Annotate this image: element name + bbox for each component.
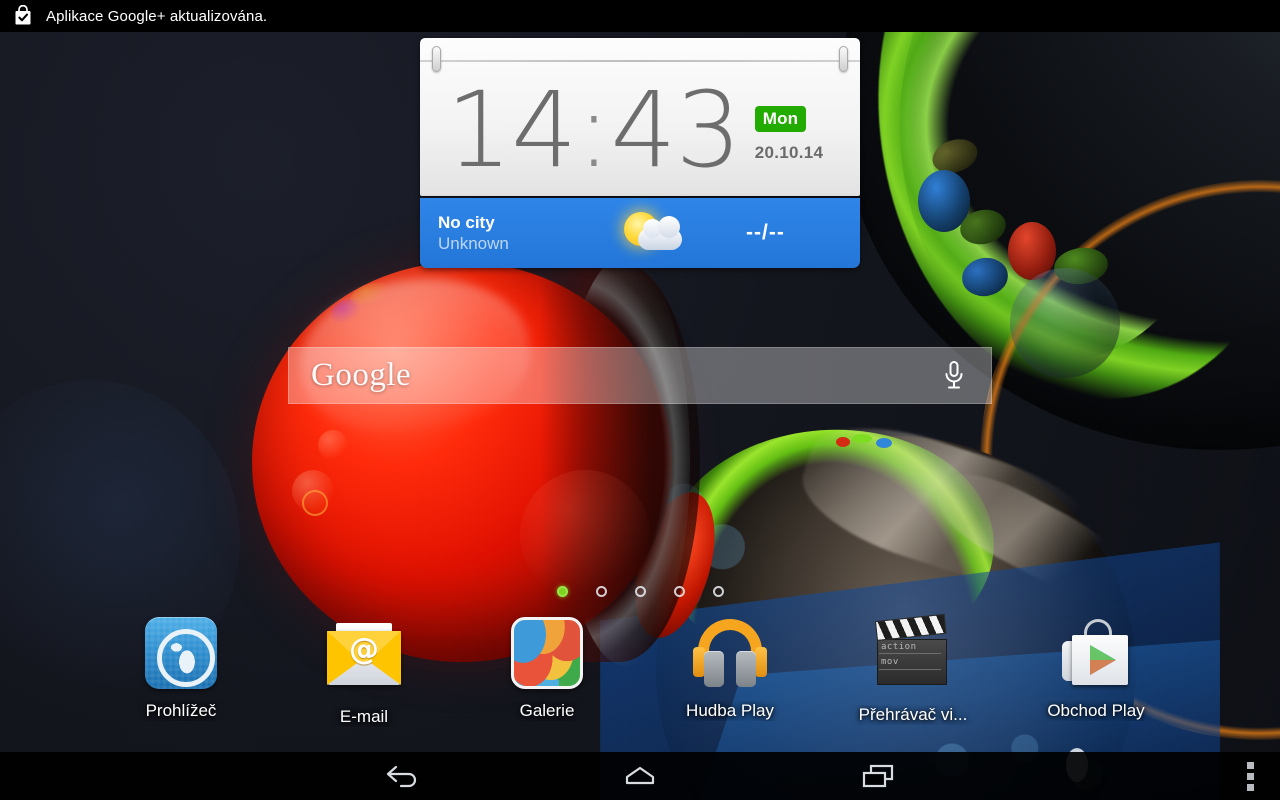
video-clapperboard-icon: action mov xyxy=(874,613,951,697)
shopping-bag-check-icon xyxy=(12,5,34,27)
app-prohlizec[interactable]: Prohlížeč xyxy=(106,615,256,721)
page-dot-4[interactable] xyxy=(673,586,685,597)
back-arrow-icon[interactable] xyxy=(378,752,426,800)
app-galerie[interactable]: Galerie xyxy=(472,615,622,721)
clock-widget-rule xyxy=(420,60,860,62)
clock-day-badge: Mon xyxy=(754,105,807,132)
overflow-dot-3 xyxy=(1246,783,1254,791)
recent-apps-icon[interactable] xyxy=(854,752,902,800)
sun-behind-cloud-icon xyxy=(614,208,684,258)
weather-temperature: --/-- xyxy=(746,221,785,244)
clock-widget[interactable]: 14 : 43 Mon 20.10.14 xyxy=(420,38,860,196)
gallery-balloons-icon xyxy=(509,617,585,693)
app-label-email: E-mail xyxy=(339,707,389,726)
play-music-headphones-icon xyxy=(692,617,768,693)
overflow-menu-icon[interactable] xyxy=(1232,752,1268,800)
status-bar[interactable]: Aplikace Google+ aktualizována. xyxy=(0,0,1280,32)
home-icon[interactable] xyxy=(616,752,664,800)
weather-condition: Unknown xyxy=(438,233,509,253)
clock-minutes: 43 xyxy=(610,69,741,191)
page-indicator xyxy=(0,586,1280,597)
browser-globe-icon xyxy=(143,617,219,693)
app-label-obchod-play: Obchod Play xyxy=(1047,701,1145,720)
clapperboard-line-1: action xyxy=(881,642,917,652)
google-search-bar[interactable]: Google xyxy=(288,347,992,404)
overflow-dot-2 xyxy=(1246,772,1254,780)
play-store-bag-icon xyxy=(1058,617,1134,693)
weather-city: No city xyxy=(438,212,495,232)
google-logo: Google xyxy=(311,357,412,393)
app-label-prehravac-videa: Přehrávač vi... xyxy=(858,705,968,724)
weather-location: No city Unknown xyxy=(438,213,608,254)
app-email[interactable]: @ E-mail xyxy=(289,615,439,727)
android-home-screen: Aplikace Google+ aktualizována. 14 : 43 … xyxy=(0,0,1280,800)
app-hudba-play[interactable]: Hudba Play xyxy=(655,615,805,721)
app-prehravac-videa[interactable]: action mov Přehrávač vi... xyxy=(838,613,988,725)
app-label-prohlizec: Prohlížeč xyxy=(145,701,217,720)
clock-meta: Mon 20.10.14 xyxy=(754,105,824,163)
page-dot-3[interactable] xyxy=(634,586,646,597)
app-obchod-play[interactable]: Obchod Play xyxy=(1021,615,1171,721)
app-label-hudba-play: Hudba Play xyxy=(686,701,774,720)
app-dock: Prohlížeč @ E-mail Galerie Hudba Play ac… xyxy=(0,613,1280,735)
notification-text: Aplikace Google+ aktualizována. xyxy=(46,7,268,25)
cloud-icon xyxy=(638,216,682,250)
clapperboard-line-2: mov xyxy=(881,657,899,667)
page-dot-1[interactable] xyxy=(556,586,568,597)
clock-hours: 14 xyxy=(446,69,577,191)
clock-widget-body: 14 : 43 Mon 20.10.14 xyxy=(420,66,860,194)
clock-date: 20.10.14 xyxy=(754,142,824,162)
microphone-icon[interactable] xyxy=(943,360,965,392)
page-dot-5[interactable] xyxy=(712,586,724,597)
navigation-bar xyxy=(0,752,1280,800)
page-dot-2[interactable] xyxy=(595,586,607,597)
app-label-galerie: Galerie xyxy=(519,701,575,720)
weather-widget[interactable]: No city Unknown --/-- xyxy=(420,198,860,268)
email-envelope-icon: @ xyxy=(326,623,402,699)
clock-colon: : xyxy=(576,69,611,191)
overflow-dot-1 xyxy=(1246,761,1254,769)
